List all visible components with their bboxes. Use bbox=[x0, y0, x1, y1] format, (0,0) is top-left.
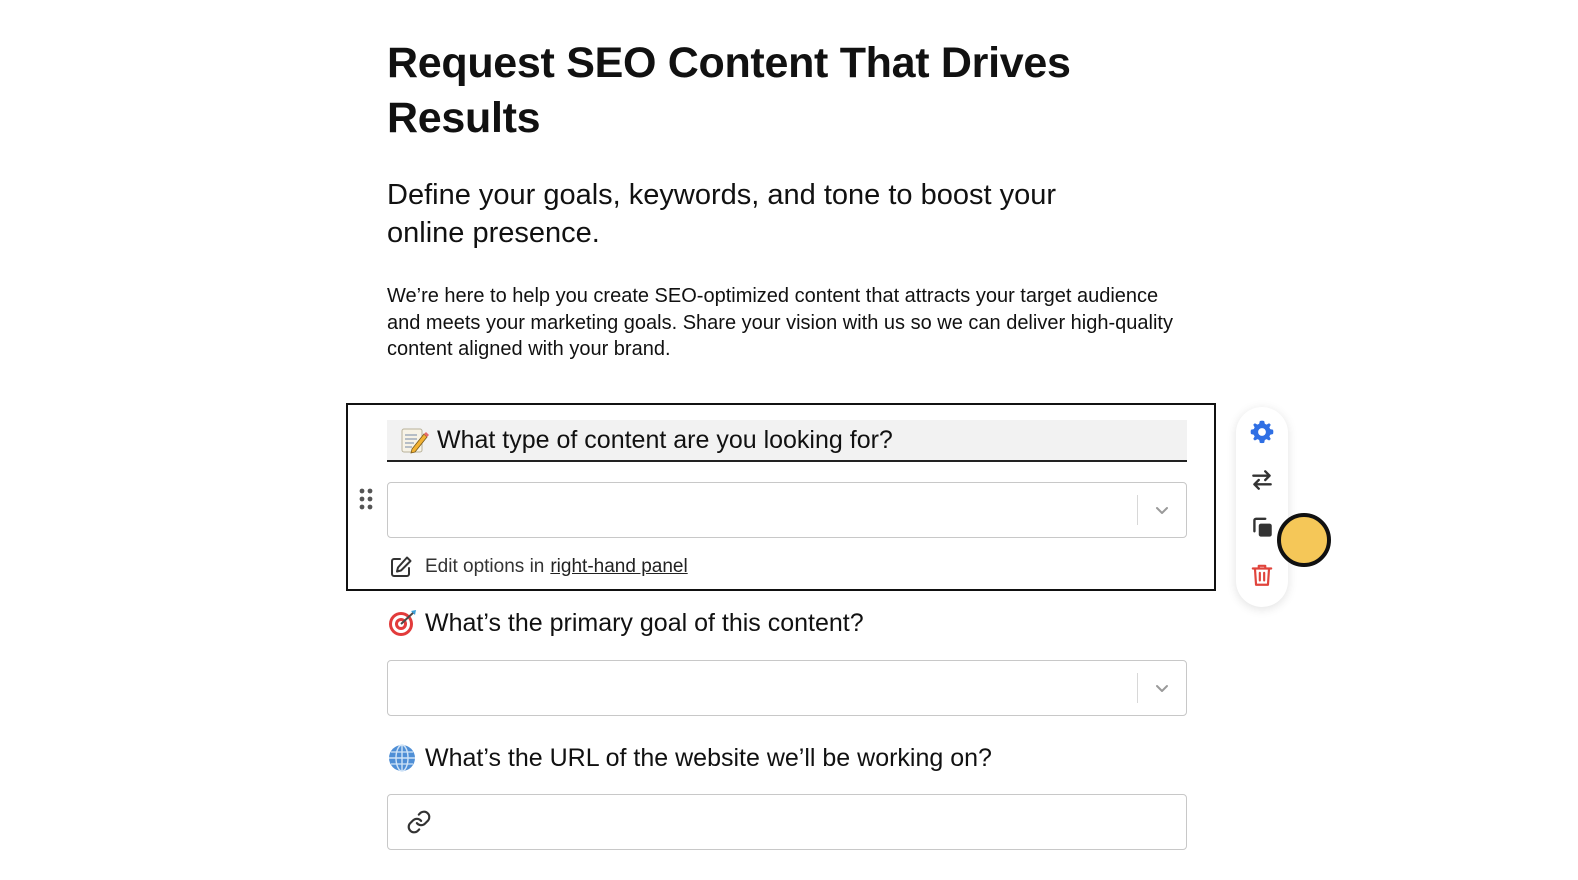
duplicate-button[interactable] bbox=[1248, 516, 1276, 544]
memo-icon bbox=[399, 425, 429, 455]
dropdown-separator bbox=[1137, 495, 1138, 525]
globe-icon bbox=[387, 743, 417, 773]
page-description[interactable]: We’re here to help you create SEO-optimi… bbox=[387, 283, 1187, 363]
duplicate-icon bbox=[1249, 515, 1275, 546]
form-editor-page: Request SEO Content That Drives Results … bbox=[0, 0, 1578, 880]
question-2-dropdown[interactable] bbox=[387, 660, 1187, 716]
question-3-label[interactable]: What’s the URL of the website we’ll be w… bbox=[387, 743, 992, 773]
gear-icon bbox=[1249, 419, 1275, 450]
dropdown-separator bbox=[1137, 673, 1138, 703]
question-1-label-editor[interactable]: What type of content are you looking for… bbox=[387, 420, 1187, 462]
right-hand-panel-link[interactable]: right-hand panel bbox=[550, 556, 687, 578]
delete-button[interactable] bbox=[1248, 563, 1276, 591]
chevron-down-icon[interactable] bbox=[1152, 678, 1172, 698]
link-icon bbox=[406, 809, 432, 835]
question-2-label[interactable]: What’s the primary goal of this content? bbox=[387, 608, 864, 638]
target-icon bbox=[387, 608, 417, 638]
swap-button[interactable] bbox=[1248, 468, 1276, 496]
block-action-toolbar bbox=[1236, 407, 1288, 607]
settings-button[interactable] bbox=[1248, 420, 1276, 448]
question-1-label: What type of content are you looking for… bbox=[387, 425, 893, 455]
chevron-down-icon[interactable] bbox=[1152, 500, 1172, 520]
page-subtitle[interactable]: Define your goals, keywords, and tone to… bbox=[387, 176, 1127, 252]
trash-icon bbox=[1249, 562, 1275, 593]
drag-handle-icon[interactable] bbox=[358, 487, 374, 511]
question-1-dropdown[interactable] bbox=[387, 482, 1187, 538]
website-url-input[interactable] bbox=[448, 805, 1172, 839]
edit-pencil-icon bbox=[389, 555, 413, 579]
mouse-cursor-indicator bbox=[1277, 513, 1331, 567]
edit-hint-text: Edit options in bbox=[425, 556, 545, 577]
swap-arrows-icon bbox=[1249, 467, 1275, 498]
page-title[interactable]: Request SEO Content That Drives Results bbox=[387, 36, 1107, 146]
edit-options-hint: Edit options in right-hand panel bbox=[389, 555, 688, 579]
website-url-field[interactable] bbox=[387, 794, 1187, 850]
